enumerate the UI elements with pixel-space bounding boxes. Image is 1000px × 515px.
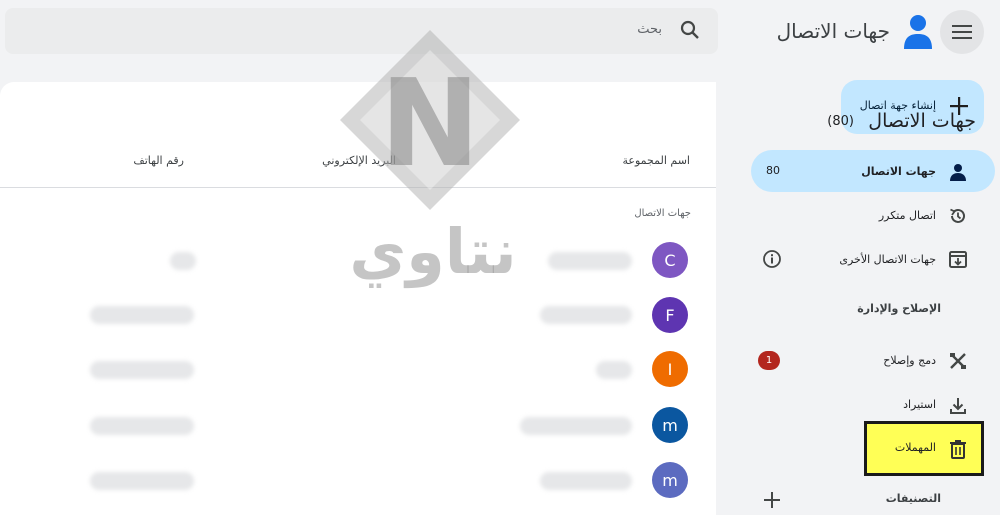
main-menu-button[interactable]	[940, 10, 984, 54]
sidebar-item-frequent[interactable]: اتصال متكرر	[879, 209, 936, 222]
trash-icon	[950, 440, 966, 459]
contacts-count: 80	[766, 164, 780, 177]
blurred-phone	[90, 306, 194, 324]
column-header-name[interactable]: اسم المجموعة	[623, 154, 690, 167]
contacts-logo-icon	[904, 15, 932, 49]
blurred-phone	[90, 417, 194, 435]
blurred-name	[520, 417, 632, 435]
add-label-icon[interactable]	[762, 490, 782, 510]
merge-badge: 1	[758, 351, 780, 370]
search-icon[interactable]	[680, 20, 700, 40]
app-title: جهات الاتصال	[776, 19, 890, 43]
avatar: I	[652, 351, 688, 387]
search-placeholder: بحث	[637, 22, 662, 37]
column-header-phone[interactable]: رقم الهاتف	[133, 154, 184, 167]
sidebar-item-merge-fix[interactable]: دمج وإصلاح	[883, 354, 936, 367]
page-title: جهات الاتصال	[868, 110, 976, 132]
sidebar-item-contacts-label: جهات الاتصال	[861, 165, 936, 178]
sidebar-item-other-contacts[interactable]: جهات الاتصال الأخرى	[839, 253, 936, 266]
page-count: (80)	[827, 114, 854, 129]
blurred-name	[540, 472, 632, 490]
group-label: جهات الاتصال	[634, 208, 691, 219]
blurred-name	[540, 306, 632, 324]
contacts-app: جهات الاتصال بحث إنشاء جهة اتصال جهات ال…	[0, 0, 1000, 515]
person-icon	[950, 164, 966, 181]
watermark-letter: N	[380, 55, 480, 194]
labels-section-title: التصنيفات	[885, 492, 941, 505]
archive-download-icon[interactable]	[948, 249, 968, 269]
avatar: m	[652, 407, 688, 443]
blurred-phone	[170, 252, 196, 270]
info-icon[interactable]	[762, 249, 782, 269]
fix-manage-section-title: الإصلاح والإدارة	[857, 302, 941, 315]
blurred-phone	[90, 361, 194, 379]
blurred-phone	[90, 472, 194, 490]
blurred-name	[548, 252, 632, 270]
history-icon[interactable]	[948, 206, 968, 226]
sidebar-item-import[interactable]: استيراد	[903, 398, 936, 411]
avatar: C	[652, 242, 688, 278]
watermark-text: نتاوي	[349, 215, 517, 288]
import-icon[interactable]	[948, 396, 968, 416]
sidebar-item-trash-label: المهملات	[894, 441, 936, 454]
avatar: F	[652, 297, 688, 333]
menu-icon	[952, 25, 972, 39]
merge-fix-icon[interactable]	[948, 351, 968, 371]
avatar: m	[652, 462, 688, 498]
blurred-name	[596, 361, 632, 379]
